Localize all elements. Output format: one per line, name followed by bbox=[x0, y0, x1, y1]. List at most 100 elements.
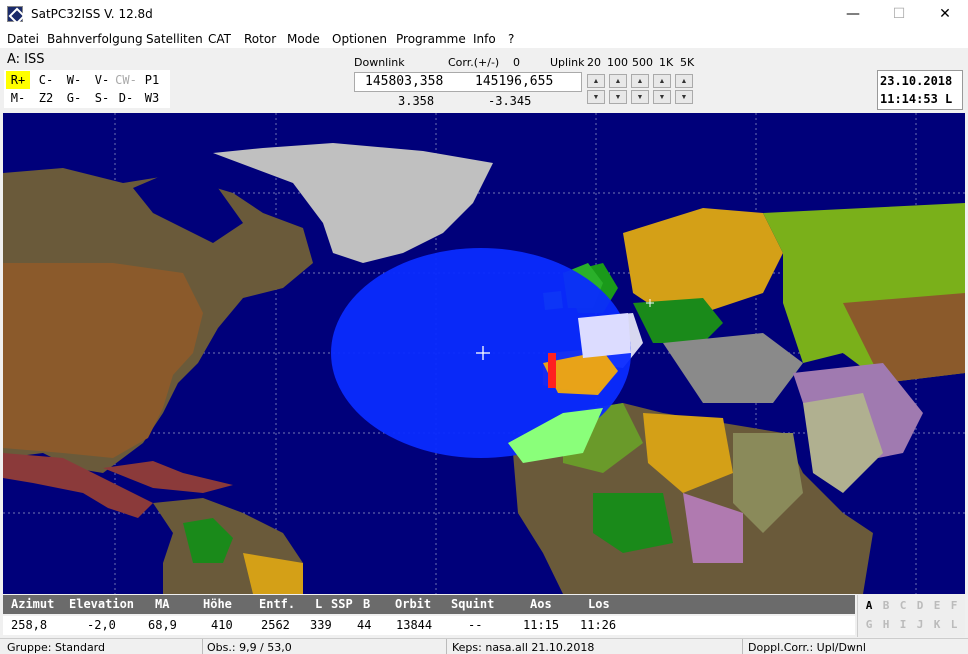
menu-satelliten[interactable]: Satelliten bbox=[146, 32, 203, 46]
header-b: B bbox=[363, 597, 371, 611]
step-500[interactable]: 500 bbox=[632, 56, 653, 69]
header-los: Los bbox=[588, 597, 610, 611]
value-ma: 68,9 bbox=[148, 618, 177, 632]
value-azimut: 258,8 bbox=[11, 618, 48, 632]
slot-b[interactable]: B bbox=[878, 597, 894, 615]
step-20[interactable]: 20 bbox=[587, 56, 601, 69]
slot-l[interactable]: L bbox=[946, 616, 962, 634]
mode-w3[interactable]: W3 bbox=[140, 89, 164, 107]
status-group: Gruppe: Standard bbox=[7, 641, 105, 654]
status-bar: Gruppe: Standard Obs.: 9,9 / 53,0 Keps: … bbox=[0, 638, 968, 654]
world-map[interactable] bbox=[3, 113, 965, 594]
slot-f[interactable]: F bbox=[946, 597, 962, 615]
telemetry-values: 258,8 -2,0 68,9 410 2562 339 44 13844 --… bbox=[3, 616, 855, 635]
frequency-display[interactable]: 145803,358 145196,655 bbox=[354, 72, 582, 92]
portugal bbox=[548, 353, 556, 388]
slot-h[interactable]: H bbox=[878, 616, 894, 634]
menu-bar: Datei Bahnverfolgung Satelliten CAT Roto… bbox=[0, 30, 968, 48]
step-5k-up-button[interactable]: ▲ bbox=[675, 74, 693, 88]
doppler-uplink: -3.345 bbox=[488, 94, 532, 108]
mode-s[interactable]: S- bbox=[90, 89, 114, 107]
correction-label: Corr.(+/-) bbox=[448, 56, 500, 69]
date-time-display: 23.10.2018 11:14:53 L bbox=[877, 70, 963, 110]
header-ssp: SSP bbox=[331, 597, 353, 611]
slot-g[interactable]: G bbox=[861, 616, 877, 634]
step-5k-down-button[interactable]: ▼ bbox=[675, 90, 693, 104]
step-100[interactable]: 100 bbox=[607, 56, 628, 69]
step-100-down-button[interactable]: ▼ bbox=[609, 90, 627, 104]
value-aos: 11:15 bbox=[523, 618, 560, 632]
header-l: L bbox=[315, 597, 323, 611]
menu-mode[interactable]: Mode bbox=[287, 32, 320, 46]
header-orbit: Orbit bbox=[395, 597, 432, 611]
satellite-name[interactable]: A: ISS bbox=[7, 52, 45, 67]
mode-v[interactable]: V- bbox=[90, 71, 114, 89]
status-divider bbox=[742, 639, 743, 654]
mode-m[interactable]: M- bbox=[6, 89, 30, 107]
step-20-up-button[interactable]: ▲ bbox=[587, 74, 605, 88]
slot-e[interactable]: E bbox=[929, 597, 945, 615]
satellite-slots: A B C D E F G H I J K L bbox=[857, 595, 965, 637]
mode-grid: R+ C- W- V- CW- P1 M- Z2 G- S- D- W3 bbox=[4, 70, 170, 108]
status-divider bbox=[202, 639, 203, 654]
header-azimut: Azimut bbox=[11, 597, 55, 611]
doppler-downlink: 3.358 bbox=[398, 94, 435, 108]
menu-rotor[interactable]: Rotor bbox=[244, 32, 276, 46]
step-20-down-button[interactable]: ▼ bbox=[587, 90, 605, 104]
mode-d[interactable]: D- bbox=[114, 89, 138, 107]
step-500-down-button[interactable]: ▼ bbox=[631, 90, 649, 104]
current-date: 23.10.2018 bbox=[880, 74, 953, 88]
header-entf: Entf. bbox=[259, 597, 296, 611]
step-1k-down-button[interactable]: ▼ bbox=[653, 90, 671, 104]
menu-datei[interactable]: Datei bbox=[7, 32, 39, 46]
value-squint: -- bbox=[468, 618, 483, 632]
value-los: 11:26 bbox=[580, 618, 617, 632]
header-squint: Squint bbox=[451, 597, 495, 611]
downlink-frequency: 145803,358 bbox=[365, 74, 444, 89]
control-panel: A: ISS R+ C- W- V- CW- P1 M- Z2 G- S- D-… bbox=[0, 48, 968, 112]
mode-cw[interactable]: CW- bbox=[114, 71, 138, 89]
close-button[interactable]: ✕ bbox=[922, 0, 968, 30]
mode-p1[interactable]: P1 bbox=[140, 71, 164, 89]
south-america bbox=[153, 498, 303, 594]
slot-j[interactable]: J bbox=[912, 616, 928, 634]
menu-programme[interactable]: Programme bbox=[396, 32, 466, 46]
mode-c[interactable]: C- bbox=[34, 71, 58, 89]
maximize-button[interactable]: ☐ bbox=[876, 0, 922, 30]
step-100-up-button[interactable]: ▲ bbox=[609, 74, 627, 88]
slot-i[interactable]: I bbox=[895, 616, 911, 634]
doppler-row: 3.358 -3.345 bbox=[354, 94, 582, 110]
value-l: 339 bbox=[310, 618, 332, 632]
france bbox=[578, 313, 631, 358]
mode-r-plus[interactable]: R+ bbox=[6, 71, 30, 89]
mode-w[interactable]: W- bbox=[62, 71, 86, 89]
slot-a[interactable]: A bbox=[861, 597, 877, 615]
step-1k-up-button[interactable]: ▲ bbox=[653, 74, 671, 88]
slot-c[interactable]: C bbox=[895, 597, 911, 615]
menu-cat[interactable]: CAT bbox=[208, 32, 231, 46]
satellite-app-icon bbox=[7, 6, 23, 22]
slot-d[interactable]: D bbox=[912, 597, 928, 615]
menu-bahnverfolgung[interactable]: Bahnverfolgung bbox=[47, 32, 143, 46]
menu-optionen[interactable]: Optionen bbox=[332, 32, 387, 46]
value-hoehe: 410 bbox=[211, 618, 233, 632]
title-bar: SatPC32ISS V. 12.8d — ☐ ✕ bbox=[0, 0, 968, 30]
current-time: 11:14:53 L bbox=[880, 92, 953, 106]
mode-z2[interactable]: Z2 bbox=[34, 89, 58, 107]
uplink-label: Uplink bbox=[550, 56, 585, 69]
menu-help[interactable]: ? bbox=[508, 32, 514, 46]
window-title: SatPC32ISS V. 12.8d bbox=[31, 7, 153, 21]
value-entf: 2562 bbox=[261, 618, 290, 632]
slot-k[interactable]: K bbox=[929, 616, 945, 634]
header-elevation: Elevation bbox=[69, 597, 135, 611]
value-orbit: 13844 bbox=[396, 618, 433, 632]
step-1k[interactable]: 1K bbox=[659, 56, 673, 69]
telemetry-headers: Azimut Elevation MA Höhe Entf. L SSP B O… bbox=[3, 595, 855, 614]
downlink-label: Downlink bbox=[354, 56, 405, 69]
status-observer: Obs.: 9,9 / 53,0 bbox=[207, 641, 292, 654]
menu-info[interactable]: Info bbox=[473, 32, 496, 46]
step-500-up-button[interactable]: ▲ bbox=[631, 74, 649, 88]
minimize-button[interactable]: — bbox=[830, 0, 876, 30]
mode-g[interactable]: G- bbox=[62, 89, 86, 107]
step-5k[interactable]: 5K bbox=[680, 56, 694, 69]
